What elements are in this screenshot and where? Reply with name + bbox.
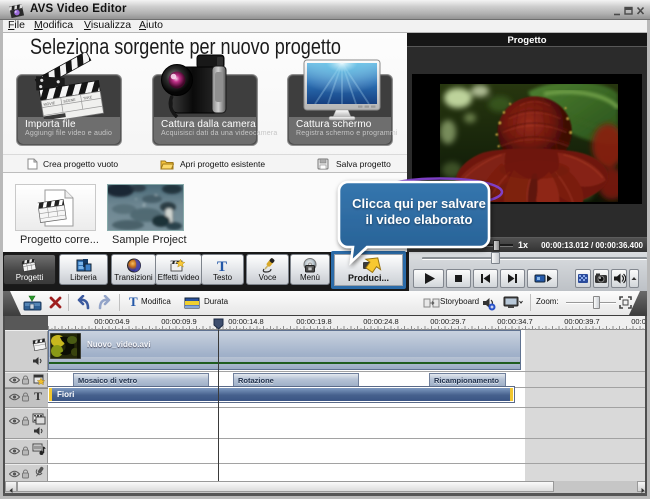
- svg-text:T: T: [217, 259, 227, 273]
